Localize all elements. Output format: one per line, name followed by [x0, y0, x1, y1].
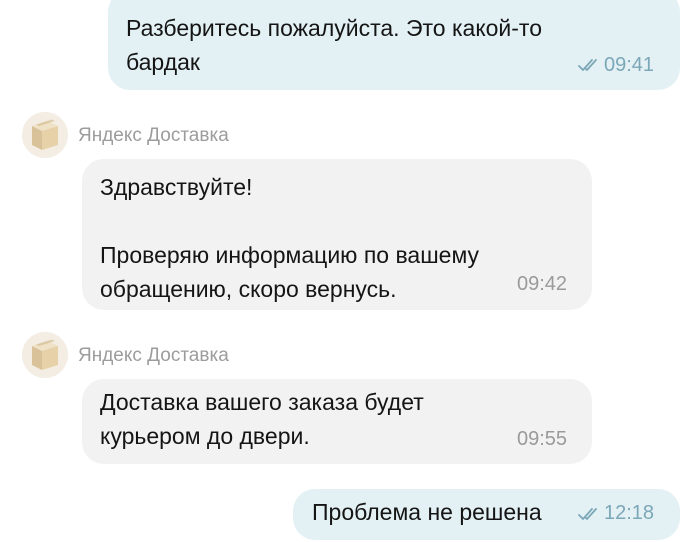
message-time: 12:18: [604, 502, 655, 524]
box-icon: [22, 332, 68, 378]
message-time: 09:55: [517, 428, 568, 450]
sender-name: Яндекс Доставка: [78, 125, 229, 146]
incoming-message-bubble[interactable]: Доставка вашего заказа будет курьером до…: [82, 379, 592, 464]
sender-avatar[interactable]: [22, 332, 68, 378]
message-text: Проблема не решена: [312, 499, 542, 525]
incoming-message-bubble[interactable]: Здравствуйте! Проверяю информацию по ваш…: [82, 159, 592, 310]
message-text: Доставка вашего заказа будет курьером до…: [100, 389, 424, 449]
chat-thread: Разберитесь пожалуйста. Это какой-то бар…: [0, 0, 700, 542]
message-text: Здравствуйте! Проверяю информацию по ваш…: [100, 174, 480, 302]
sender-avatar[interactable]: [22, 112, 68, 158]
double-check-icon: [578, 508, 597, 520]
double-check-icon: [578, 59, 597, 71]
outgoing-message-bubble[interactable]: Проблема не решена 12:18: [293, 489, 680, 540]
box-icon: [22, 112, 68, 158]
message-time: 09:41: [604, 54, 655, 76]
message-text: Разберитесь пожалуйста. Это какой-то бар…: [126, 15, 542, 75]
outgoing-message-bubble[interactable]: Разберитесь пожалуйста. Это какой-то бар…: [108, 0, 680, 90]
sender-name: Яндекс Доставка: [78, 345, 229, 366]
message-time: 09:42: [517, 273, 568, 295]
